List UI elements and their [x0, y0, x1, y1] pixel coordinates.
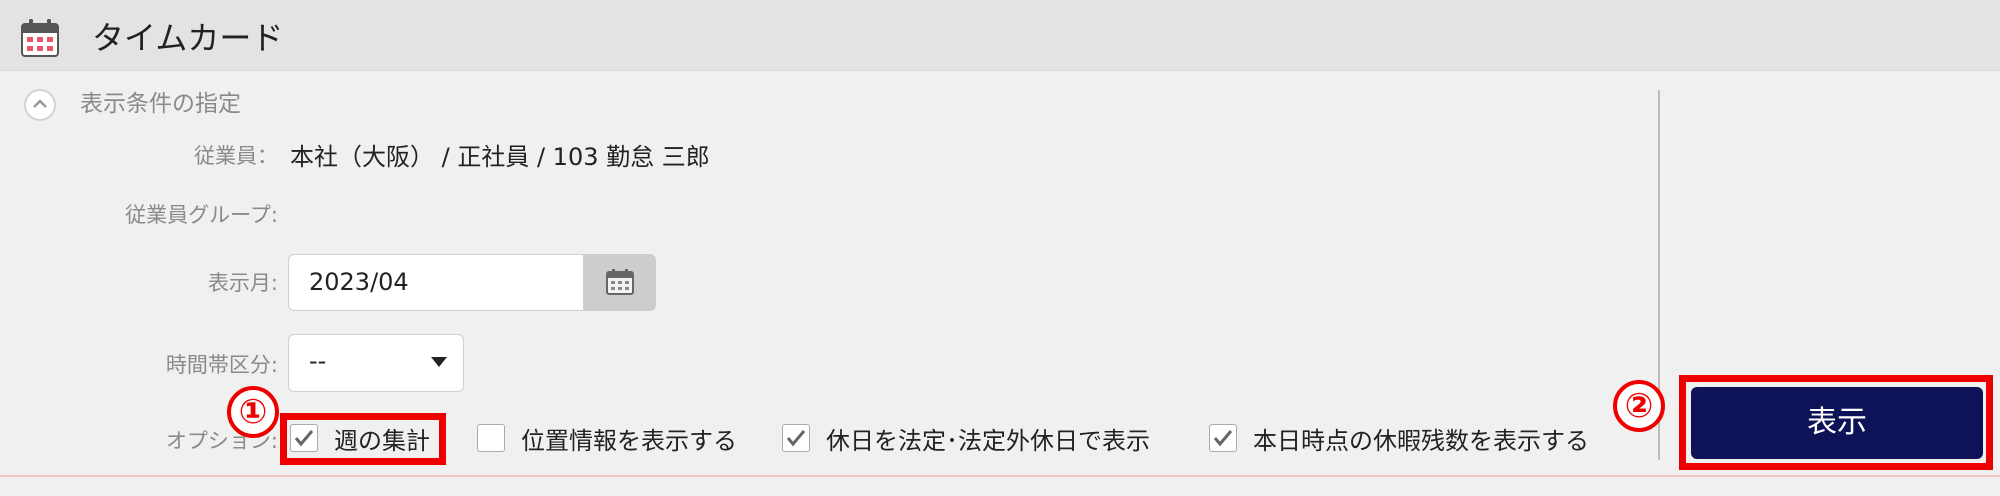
select-value: -- [309, 347, 327, 375]
annotation-marker-1: ① [227, 386, 279, 438]
time-zone-division-label: 時間帯区分: [165, 353, 278, 377]
option-label: 本日時点の休暇残数を表示する [1253, 426, 1589, 455]
option-leave-balance[interactable]: 本日時点の休暇残数を表示する [1209, 418, 1589, 458]
time-zone-division-select[interactable]: -- [288, 334, 464, 392]
checkbox-leave-balance[interactable] [1209, 424, 1237, 452]
employee-label: 従業員： [194, 144, 278, 168]
employee-group-label: 従業員グループ: [125, 203, 278, 227]
employee-value: 本社（大阪） / 正社員 / 103 勤怠 三郎 [290, 143, 710, 171]
checkbox-legal-holidays[interactable] [782, 424, 810, 452]
section-title: 表示条件の指定 [80, 91, 241, 117]
page-title: タイムカード [92, 19, 284, 57]
chevron-up-icon [33, 99, 47, 108]
checkbox-location-info[interactable] [477, 424, 505, 452]
bottom-border [0, 475, 2000, 477]
option-legal-holidays[interactable]: 休日を法定･法定外休日で表示 [782, 418, 1150, 458]
option-location-info[interactable]: 位置情報を表示する [477, 418, 737, 458]
check-icon [786, 430, 806, 447]
collapse-button[interactable] [24, 89, 56, 121]
option-label: 休日を法定･法定外休日で表示 [826, 426, 1150, 455]
date-picker-button[interactable] [584, 254, 656, 311]
highlight-box-1 [280, 413, 446, 465]
dropdown-arrow-icon [431, 357, 447, 367]
highlight-box-2 [1679, 375, 1993, 470]
page-header: タイムカード [0, 0, 2000, 71]
display-month-label: 表示月: [207, 271, 278, 295]
calendar-icon [20, 18, 60, 58]
calendar-icon [606, 269, 634, 295]
option-label: 位置情報を表示する [521, 426, 737, 455]
display-month-input[interactable]: 2023/04 [288, 254, 584, 311]
check-icon [1213, 430, 1233, 447]
annotation-marker-2: ② [1613, 380, 1665, 432]
